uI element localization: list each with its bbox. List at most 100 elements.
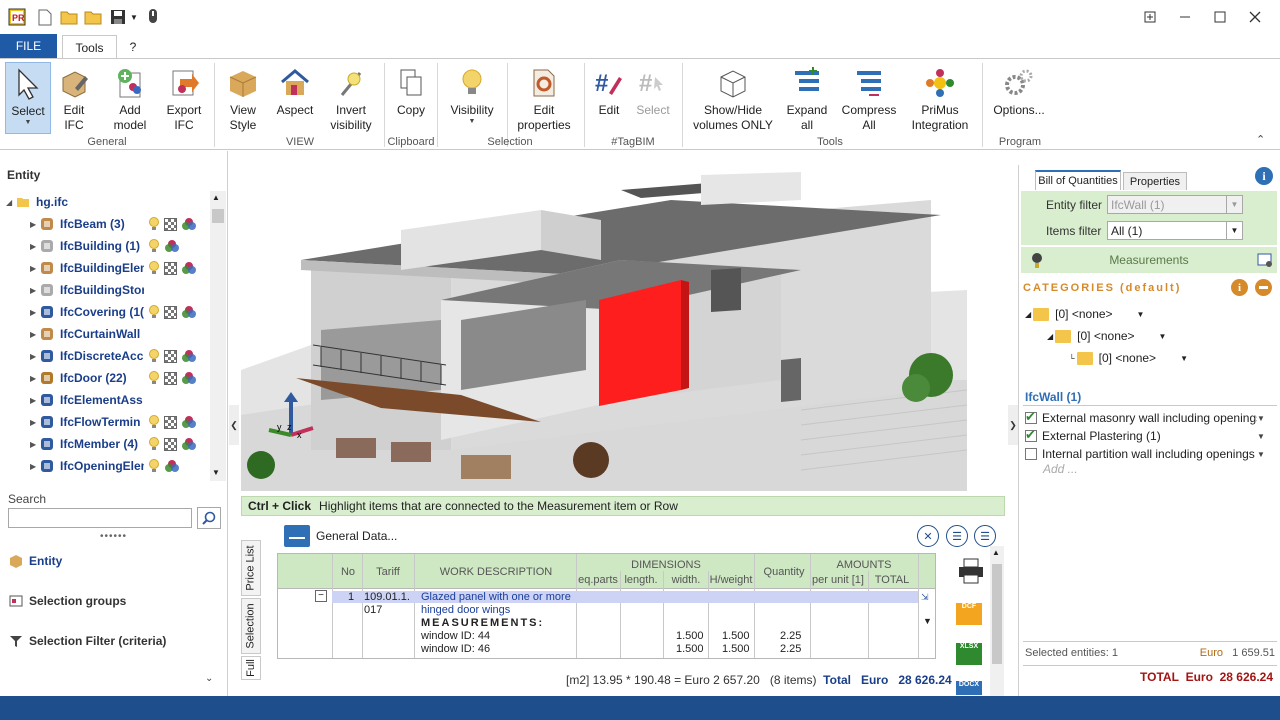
search-input[interactable] <box>8 508 192 528</box>
maximize-icon[interactable] <box>1203 4 1237 30</box>
search-button[interactable] <box>197 507 221 529</box>
left-panel-expand-icon[interactable]: ⌄ <box>205 673 213 684</box>
compress-all-button[interactable]: Compress All <box>838 62 900 134</box>
expand-arrow-icon[interactable]: ▶ <box>30 440 40 449</box>
visibility-bulb-icon[interactable] <box>148 459 160 473</box>
list-options-icon[interactable]: ☰ <box>974 525 996 547</box>
add-model-button[interactable]: Add model <box>104 62 156 134</box>
expand-arrow-icon[interactable]: ▶ <box>30 286 40 295</box>
aspect-button[interactable]: Aspect <box>272 62 318 134</box>
expand-arrow-icon[interactable]: ▶ <box>30 462 40 471</box>
visibility-bulb-icon[interactable] <box>148 437 160 451</box>
export-xlsx-icon[interactable]: XLSX <box>956 643 982 665</box>
tree-item[interactable]: ▶ IfcCurtainWall <box>30 323 226 345</box>
color-icon[interactable] <box>164 459 180 473</box>
tree-item[interactable]: ▶ IfcDoor (22) <box>30 367 226 389</box>
transparency-icon[interactable] <box>164 217 177 231</box>
color-icon[interactable] <box>181 349 197 363</box>
export-docx-icon[interactable]: DOCX <box>956 681 982 695</box>
invert-visibility-button[interactable]: Invert visibility <box>326 62 376 134</box>
tab-properties[interactable]: Properties <box>1123 172 1187 190</box>
tree-item[interactable]: ▶ IfcElementAss <box>30 389 226 411</box>
export-dcf-icon[interactable]: DCF <box>956 603 982 625</box>
expand-arrow-icon[interactable]: ▶ <box>30 418 40 427</box>
color-icon[interactable] <box>181 415 197 429</box>
close-icon[interactable] <box>1238 4 1272 30</box>
transparency-icon[interactable] <box>164 261 177 275</box>
export-ifc-button[interactable]: Export IFC <box>160 62 208 134</box>
new-file-icon[interactable] <box>38 7 52 27</box>
tab-help[interactable]: ? <box>124 38 142 56</box>
tab-tools[interactable]: Tools <box>62 35 117 59</box>
collapse-ribbon-icon[interactable]: ⌃ <box>1256 133 1265 146</box>
categories-remove-icon[interactable] <box>1255 279 1272 296</box>
tab-file[interactable]: FILE <box>0 34 57 58</box>
expand-arrow-icon[interactable]: ▶ <box>30 396 40 405</box>
chevron-down-icon[interactable]: ▼ <box>1137 310 1145 319</box>
splitter-handle[interactable]: •••••• <box>100 531 127 542</box>
tab-selection[interactable]: Selection <box>241 598 261 654</box>
transparency-icon[interactable] <box>164 349 177 363</box>
tree-item[interactable]: ▶ IfcCovering (1( <box>30 301 226 323</box>
visibility-bulb-icon[interactable] <box>148 217 160 231</box>
color-icon[interactable] <box>181 261 197 275</box>
category-row-1[interactable]: ◢ [0] <none> ▼ <box>1047 327 1166 345</box>
nav-selection-filter[interactable]: Selection Filter (criteria) <box>8 633 166 649</box>
visibility-bulb-icon[interactable] <box>148 261 160 275</box>
table-row-selected[interactable] <box>332 591 918 603</box>
add-item-link[interactable]: Add ... <box>1043 462 1078 476</box>
options-button[interactable]: Options... <box>990 62 1048 134</box>
expand-arrow-icon[interactable]: ▶ <box>30 330 40 339</box>
tab-bill-of-quantities[interactable]: Bill of Quantities <box>1035 170 1121 190</box>
tree-item[interactable]: ▶ IfcBuildingElem <box>30 257 226 279</box>
info-icon[interactable]: i <box>1255 167 1273 185</box>
boq-item[interactable]: Internal partition wall including openin… <box>1025 445 1273 463</box>
categories-info-icon[interactable]: i <box>1231 279 1248 296</box>
table-scrollbar[interactable]: ▲ <box>990 546 1004 696</box>
tree-item[interactable]: ▶ IfcFlowTermin <box>30 411 226 433</box>
edit-properties-button[interactable]: Edit properties <box>512 62 576 134</box>
tree-item[interactable]: ▶ IfcOpeningElem <box>30 455 226 477</box>
color-icon[interactable] <box>181 217 197 231</box>
visibility-button[interactable]: Visibility ▼ <box>444 62 500 134</box>
chevron-down-icon[interactable]: ▼ <box>1257 450 1265 459</box>
expand-arrow-icon[interactable]: ▶ <box>30 374 40 383</box>
minimize-icon[interactable] <box>1168 4 1202 30</box>
nav-entity[interactable]: Entity <box>8 553 62 569</box>
expand-arrow-icon[interactable]: ▶ <box>30 264 40 273</box>
transparency-icon[interactable] <box>164 305 177 319</box>
chevron-down-icon[interactable]: ▼ <box>1159 332 1167 341</box>
qat-dropdown-icon[interactable]: ▼ <box>130 7 138 27</box>
category-row-2[interactable]: └ [0] <none> ▼ <box>1069 349 1188 367</box>
tree-scrollbar[interactable]: ▲ ▼ <box>210 191 226 481</box>
expand-arrow-icon[interactable]: ▶ <box>30 352 40 361</box>
collapse-arrow-icon[interactable]: ◢ <box>6 198 16 207</box>
open-recent-folder-icon[interactable] <box>84 7 102 27</box>
color-icon[interactable] <box>164 239 180 253</box>
copy-button[interactable]: Copy <box>390 62 432 134</box>
select-button[interactable]: Select ▼ <box>5 62 51 134</box>
save-icon[interactable] <box>110 7 126 27</box>
tab-price-list[interactable]: Price List <box>241 540 261 596</box>
collapse-right-icon[interactable]: ❯ <box>1008 405 1018 445</box>
expand-all-button[interactable]: Expand all <box>782 62 832 134</box>
measurements-settings-icon[interactable] <box>1257 252 1273 271</box>
visibility-bulb-icon[interactable] <box>148 415 160 429</box>
visibility-bulb-icon[interactable] <box>148 305 160 319</box>
expand-arrow-icon[interactable]: ▶ <box>30 308 40 317</box>
print-icon[interactable] <box>958 557 984 588</box>
tag-edit-button[interactable]: # Edit <box>590 62 628 134</box>
tree-item[interactable]: ▶ IfcDiscreteAcc <box>30 345 226 367</box>
row-scroll-down-icon[interactable]: ▼ <box>923 616 932 626</box>
transparency-icon[interactable] <box>164 437 177 451</box>
collapse-left-icon[interactable]: ❮ <box>229 405 239 445</box>
visibility-bulb-icon[interactable] <box>148 349 160 363</box>
tag-select-button[interactable]: # Select <box>632 62 674 134</box>
category-row-0[interactable]: ◢ [0] <none> ▼ <box>1025 305 1144 323</box>
items-filter-select[interactable]: All (1) ▼ <box>1107 221 1243 240</box>
touch-mode-icon[interactable] <box>146 7 160 27</box>
expand-arrow-icon[interactable]: ▶ <box>30 220 40 229</box>
transparency-icon[interactable] <box>164 371 177 385</box>
row-action-icon[interactable]: ⇲ <box>921 592 929 603</box>
expand-arrow-icon[interactable]: ▶ <box>30 242 40 251</box>
